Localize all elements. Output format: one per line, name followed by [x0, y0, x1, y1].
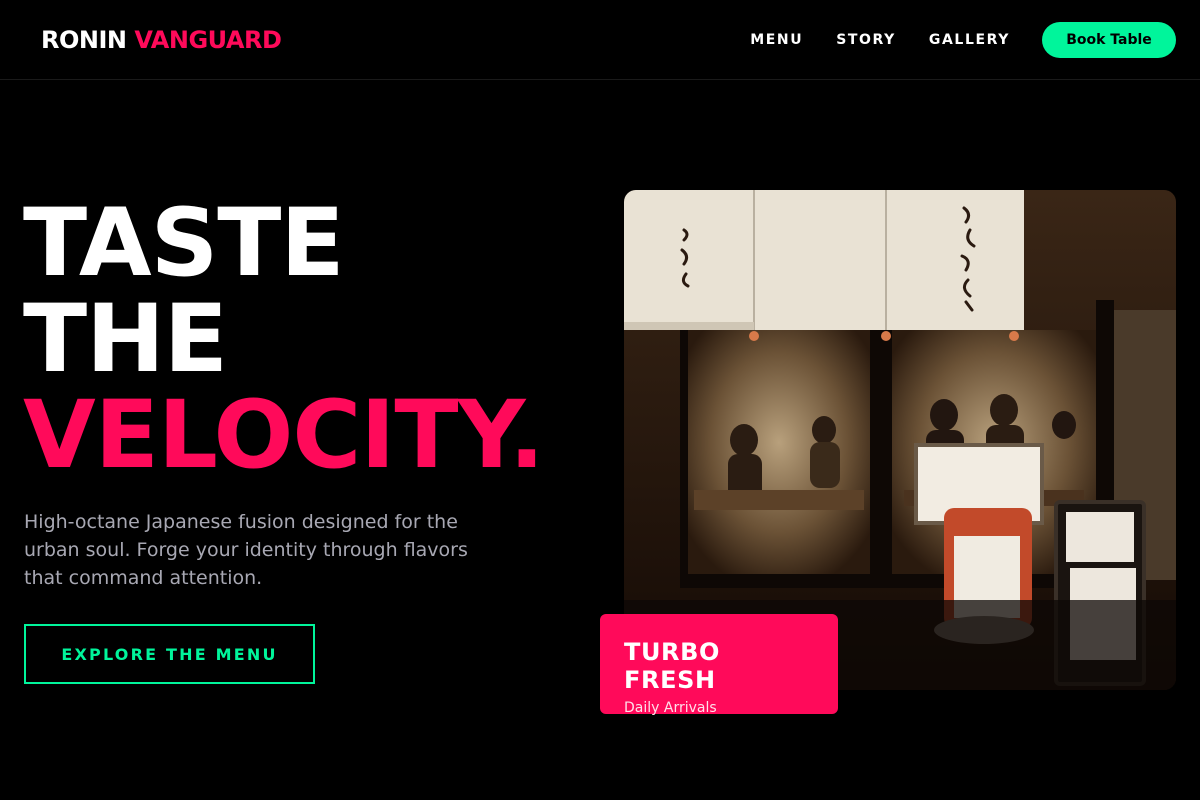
brand-name-part1: RONIN — [41, 25, 127, 54]
top-navigation: RONIN VANGUARD MENU STORY GALLERY Book T… — [0, 0, 1200, 80]
turbo-fresh-badge: TURBO FRESH Daily Arrivals — [600, 614, 838, 716]
brand-name-part2: VANGUARD — [134, 25, 282, 54]
headline-line-2: THE — [23, 285, 228, 394]
nav-links: MENU STORY GALLERY Book Table — [750, 21, 1176, 58]
headline-line-3: VELOCITY. — [23, 381, 545, 490]
nav-link-menu[interactable]: MENU — [750, 32, 803, 48]
nav-link-gallery[interactable]: GALLERY — [929, 32, 1010, 48]
hero-description: High-octane Japanese fusion designed for… — [24, 511, 468, 589]
explore-menu-button[interactable]: EXPLORE THE MENU — [24, 624, 315, 684]
hero-headline: TASTE THE VELOCITY. — [23, 189, 545, 490]
nav-link-story[interactable]: STORY — [836, 32, 896, 48]
headline-line-1: TASTE — [23, 189, 345, 298]
badge-title: TURBO FRESH — [624, 638, 721, 694]
badge-subtitle: Daily Arrivals — [624, 700, 717, 716]
brand-logo[interactable]: RONIN VANGUARD — [41, 25, 282, 54]
book-table-button[interactable]: Book Table — [1042, 21, 1176, 58]
